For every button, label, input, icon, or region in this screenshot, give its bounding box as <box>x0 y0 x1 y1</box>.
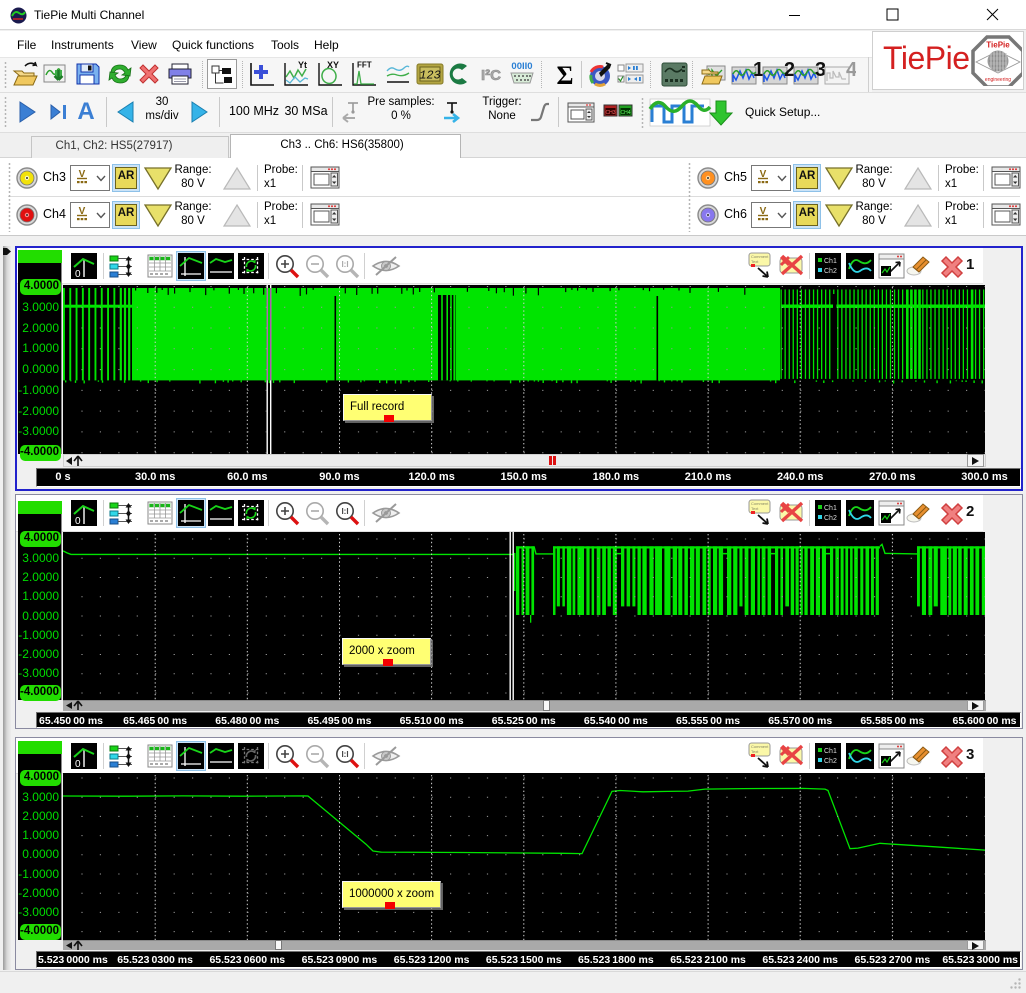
svg-text:Ch1: Ch1 <box>824 505 837 512</box>
svg-text:engineering: engineering <box>985 77 1011 83</box>
svg-text:Ch2: Ch2 <box>824 268 837 275</box>
svg-text:CH4: CH4 <box>620 110 630 116</box>
svg-text:CH3: CH3 <box>605 110 615 116</box>
svg-text:Σ: Σ <box>557 61 574 89</box>
svg-text:Text: Text <box>751 506 759 511</box>
svg-text:Ch1: Ch1 <box>824 258 837 265</box>
svg-text:I:I: I:I <box>341 507 348 516</box>
svg-text:4: 4 <box>846 59 856 81</box>
svg-text:I:I: I:I <box>341 260 348 269</box>
svg-text:0: 0 <box>75 269 81 279</box>
svg-text:I²C: I²C <box>481 67 501 84</box>
svg-text:0: 0 <box>75 759 81 769</box>
svg-text:Yt: Yt <box>298 60 307 70</box>
svg-text:00II0: 00II0 <box>511 61 532 72</box>
svg-text:Ch2: Ch2 <box>824 515 837 522</box>
svg-text:Text: Text <box>751 259 759 264</box>
svg-text:I:I: I:I <box>341 750 348 759</box>
svg-text:123: 123 <box>419 69 441 83</box>
svg-text:Ch2: Ch2 <box>824 758 837 765</box>
svg-text:0: 0 <box>75 516 81 526</box>
svg-text:Ch1: Ch1 <box>824 748 837 755</box>
svg-text:TiePie: TiePie <box>986 41 1010 50</box>
svg-text:Text: Text <box>751 749 759 754</box>
svg-text:FFT: FFT <box>357 61 372 70</box>
